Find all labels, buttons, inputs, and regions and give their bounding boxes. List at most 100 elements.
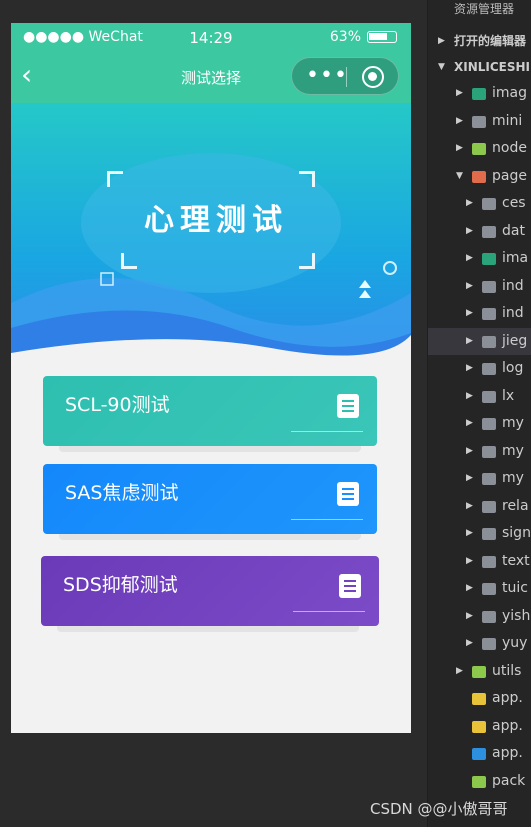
tree-item-label: ces: [502, 195, 526, 211]
tree-item-label: my: [502, 470, 524, 486]
chevron-right-icon: ▶: [466, 280, 473, 291]
sas-test-card[interactable]: SAS焦虑测试: [43, 464, 377, 540]
bracket-bottom-right: [299, 253, 315, 269]
js-file-icon: [472, 693, 486, 705]
tree-item[interactable]: ▶ ima: [428, 245, 531, 273]
file-tree: ▶ imag ▶ mini ▶ node ▼ page ▶ ces ▶ dat ▶ ima ▶ ind ▶ ind…: [428, 80, 531, 795]
tree-item[interactable]: ▶ node: [428, 135, 531, 163]
tree-item[interactable]: ▶ ces: [428, 190, 531, 218]
more-icon[interactable]: •••: [306, 64, 348, 88]
tree-item[interactable]: ▶ my: [428, 410, 531, 438]
tree-item[interactable]: ▶ jieg: [428, 327, 531, 355]
tree-item[interactable]: app.: [428, 685, 531, 713]
tree-item[interactable]: ▶ yuy: [428, 630, 531, 658]
css-file-icon: [472, 748, 486, 760]
list-icon: [337, 482, 359, 506]
card-label: SDS抑郁测试: [63, 574, 178, 596]
project-section[interactable]: ▼ XINLICESHI: [428, 54, 531, 80]
tree-item-label: tuic: [502, 580, 528, 596]
tree-item-label: yish: [502, 607, 531, 624]
tree-item[interactable]: ▶ mini: [428, 108, 531, 136]
tree-item[interactable]: ▶ ind: [428, 273, 531, 301]
folder-icon: [472, 115, 486, 128]
tree-item[interactable]: pack: [428, 768, 531, 796]
battery-icon: [367, 31, 397, 43]
close-miniprogram-icon[interactable]: [362, 66, 384, 88]
tree-item-label: app.: [492, 690, 523, 706]
folder-icon: [482, 418, 496, 430]
chevron-right-icon: ▶: [456, 143, 463, 153]
folder-icon: [482, 583, 496, 595]
utils-folder-icon: [472, 665, 486, 678]
tree-item-label: imag: [492, 85, 527, 101]
folder-icon: [482, 500, 496, 513]
tree-item-label: page: [492, 167, 527, 184]
chevron-right-icon: ▶: [456, 665, 463, 676]
tree-item[interactable]: ▶ imag: [428, 80, 531, 108]
tree-item[interactable]: ▶ lx: [428, 383, 531, 411]
chevron-right-icon: ▶: [466, 445, 473, 456]
tree-item-label: ind: [502, 305, 524, 321]
bracket-top-left: [107, 171, 123, 187]
navigation-bar: ‹ 测试选择 •••: [11, 51, 411, 103]
tree-item[interactable]: ▶ my: [428, 465, 531, 493]
scl90-test-card[interactable]: SCL-90测试: [43, 376, 377, 452]
banner-title: 心理测试: [144, 203, 288, 238]
chevron-right-icon: ▶: [466, 418, 473, 428]
chevron-right-icon: ▶: [466, 308, 473, 318]
sds-test-card[interactable]: SDS抑郁测试: [41, 556, 379, 632]
chevron-right-icon: ▶: [466, 363, 473, 373]
chevron-right-icon: ▶: [466, 500, 473, 511]
tree-item[interactable]: ▶ log: [428, 355, 531, 383]
banner: 心理测试: [11, 103, 411, 363]
tree-item[interactable]: app.: [428, 740, 531, 768]
tree-item[interactable]: ▶ utils: [428, 658, 531, 686]
phone-simulator: ●●●●● WeChat 14:29 63% ‹ 测试选择 ••• 心理测试 S…: [11, 23, 411, 733]
bracket-bottom-left: [121, 253, 137, 269]
tree-item-label: my: [502, 442, 524, 459]
chevron-right-icon: ▶: [466, 528, 473, 538]
chevron-right-icon: ▶: [466, 555, 473, 566]
tree-item[interactable]: ▼ page: [428, 163, 531, 191]
folder-icon: [482, 528, 496, 540]
image-folder-icon: [482, 253, 496, 265]
tree-item[interactable]: ▶ yish: [428, 603, 531, 631]
folder-icon: [482, 445, 496, 458]
chevron-right-icon: ▶: [438, 36, 445, 46]
folder-icon: [482, 363, 496, 375]
folder-icon: [482, 280, 496, 293]
chevron-right-icon: ▶: [466, 198, 473, 208]
tree-item-label: app.: [492, 717, 523, 734]
node-file-icon: [472, 775, 486, 788]
folder-icon: [482, 610, 496, 623]
battery-percent: 63%: [329, 29, 361, 45]
tree-item[interactable]: app.: [428, 713, 531, 741]
tree-item[interactable]: ▶ my: [428, 438, 531, 466]
card-label: SAS焦虑测试: [65, 482, 179, 504]
json-file-icon: [472, 720, 486, 733]
open-editors-label: 打开的编辑器: [454, 34, 527, 48]
tree-item[interactable]: ▶ dat: [428, 218, 531, 246]
tree-item[interactable]: ▶ text: [428, 548, 531, 576]
image-folder-icon: [472, 88, 486, 100]
file-explorer-panel: 资源管理器 ▶ 打开的编辑器 ▼ XINLICESHI ▶ imag ▶ mini ▶ n…: [427, 0, 531, 827]
tree-item[interactable]: ▶ rela: [428, 493, 531, 521]
folder-icon: [482, 308, 496, 320]
tree-item[interactable]: ▶ tuic: [428, 575, 531, 603]
tree-item-label: my: [502, 415, 524, 431]
folder-icon: [482, 225, 496, 238]
capsule-menu: •••: [291, 57, 399, 95]
tree-item[interactable]: ▶ ind: [428, 300, 531, 328]
folder-icon: [482, 390, 496, 403]
card-shadow: [59, 446, 361, 452]
tree-item-label: ind: [502, 277, 524, 294]
chevron-right-icon: ▶: [466, 390, 473, 401]
card-decor-line: [293, 611, 365, 612]
node-folder-icon: [472, 143, 486, 155]
tree-item-label: dat: [502, 222, 525, 239]
open-editors-section[interactable]: ▶ 打开的编辑器: [428, 28, 531, 54]
tree-item[interactable]: ▶ sign: [428, 520, 531, 548]
chevron-right-icon: ▶: [466, 473, 473, 483]
battery-area: 63%: [330, 29, 397, 45]
chevron-right-icon: ▶: [466, 583, 473, 593]
